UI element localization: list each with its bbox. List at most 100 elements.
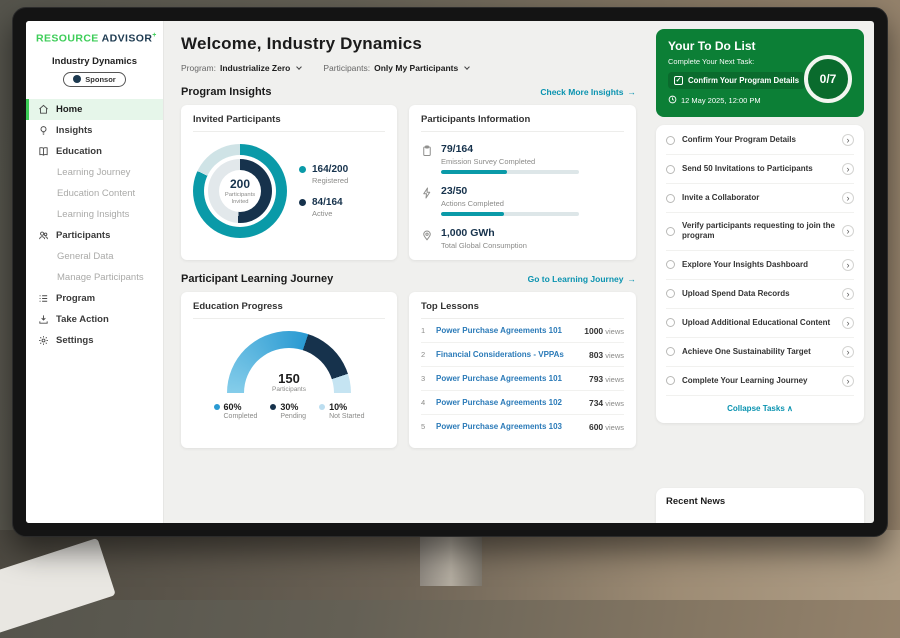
clock-icon bbox=[668, 95, 677, 106]
lesson-title-link[interactable]: Power Purchase Agreements 102 bbox=[436, 398, 582, 407]
sidebar-item-home[interactable]: Home bbox=[26, 99, 163, 120]
legend-dot bbox=[299, 166, 306, 173]
task-item[interactable]: Explore Your Insights Dashboard › bbox=[666, 251, 854, 280]
sidebar-item-take-action[interactable]: Take Action bbox=[26, 309, 163, 330]
participants-filter-label: Participants: bbox=[323, 63, 370, 73]
bulb-icon bbox=[38, 125, 49, 136]
due-date-label: 12 May 2025, 12:00 PM bbox=[681, 96, 761, 105]
task-checkbox-icon[interactable] bbox=[666, 318, 675, 327]
card-title: Top Lessons bbox=[421, 301, 624, 319]
task-checkbox-icon[interactable] bbox=[666, 194, 675, 203]
legend-dot bbox=[270, 404, 276, 410]
page-title: Welcome, Industry Dynamics bbox=[181, 34, 636, 54]
task-item[interactable]: Invite a Collaborator › bbox=[666, 184, 854, 213]
sidebar-item-learning-journey[interactable]: Learning Journey bbox=[26, 162, 163, 183]
task-checkbox-icon[interactable] bbox=[666, 136, 675, 145]
sidebar-item-education-content[interactable]: Education Content bbox=[26, 183, 163, 204]
task-checkbox-icon[interactable] bbox=[666, 227, 675, 236]
participants-filter-dropdown[interactable]: Participants: Only My Participants bbox=[323, 63, 469, 73]
sidebar: RESOURCE ADVISOR+ Industry Dynamics Spon… bbox=[26, 21, 164, 523]
lesson-row[interactable]: 2 Financial Considerations - VPPAs 803 v… bbox=[421, 343, 624, 367]
check-more-insights-link[interactable]: Check More Insights → bbox=[540, 87, 636, 97]
lesson-title-link[interactable]: Power Purchase Agreements 101 bbox=[436, 374, 582, 383]
gauge-center-label: 150 Participants bbox=[227, 371, 351, 393]
lesson-views: 1000 views bbox=[584, 326, 624, 336]
task-checkbox-icon[interactable] bbox=[666, 289, 675, 298]
sidebar-item-insights[interactable]: Insights bbox=[26, 120, 163, 141]
sidebar-item-learning-insights[interactable]: Learning Insights bbox=[26, 204, 163, 225]
todo-panel: Your To Do List Complete Your Next Task:… bbox=[650, 21, 874, 523]
chevron-up-icon: ∧ bbox=[787, 404, 793, 413]
sidebar-item-label: Education Content bbox=[57, 188, 135, 199]
chevron-right-icon[interactable]: › bbox=[842, 134, 854, 146]
lesson-title-link[interactable]: Power Purchase Agreements 101 bbox=[436, 326, 577, 335]
location-pin-icon bbox=[421, 228, 433, 240]
lesson-title-link[interactable]: Power Purchase Agreements 103 bbox=[436, 422, 582, 431]
screen: RESOURCE ADVISOR+ Industry Dynamics Spon… bbox=[26, 21, 874, 523]
program-filter-dropdown[interactable]: Program: Industrialize Zero bbox=[181, 63, 301, 73]
link-label: Go to Learning Journey bbox=[528, 274, 624, 284]
card-title: Participants Information bbox=[421, 114, 624, 132]
sidebar-item-education[interactable]: Education bbox=[26, 141, 163, 162]
invited-participants-card: Invited Participants 200 Participants In… bbox=[181, 105, 397, 260]
lesson-row[interactable]: 1 Power Purchase Agreements 101 1000 vie… bbox=[421, 319, 624, 343]
sidebar-item-program[interactable]: Program bbox=[26, 288, 163, 309]
lesson-row[interactable]: 3 Power Purchase Agreements 101 793 view… bbox=[421, 367, 624, 391]
legend-value: 60% bbox=[224, 402, 258, 412]
task-label: Invite a Collaborator bbox=[682, 193, 835, 203]
task-checkbox-icon[interactable] bbox=[666, 376, 675, 385]
lesson-row[interactable]: 4 Power Purchase Agreements 102 734 view… bbox=[421, 391, 624, 415]
link-label: Check More Insights bbox=[540, 87, 623, 97]
chevron-down-icon bbox=[464, 64, 470, 70]
task-checkbox-icon[interactable] bbox=[666, 260, 675, 269]
todo-progress-ring: 0/7 bbox=[804, 55, 852, 103]
lesson-views: 600 views bbox=[589, 422, 624, 432]
chevron-right-icon[interactable]: › bbox=[842, 317, 854, 329]
task-item[interactable]: Confirm Your Program Details › bbox=[666, 126, 854, 155]
sidebar-item-settings[interactable]: Settings bbox=[26, 330, 163, 351]
chevron-right-icon[interactable]: › bbox=[842, 346, 854, 358]
monitor-stand bbox=[420, 534, 482, 586]
chevron-right-icon[interactable]: › bbox=[842, 288, 854, 300]
go-to-learning-journey-link[interactable]: Go to Learning Journey → bbox=[528, 274, 636, 284]
stat-emission-survey: 79/164 Emission Survey Completed bbox=[421, 143, 624, 174]
top-lessons-card: Top Lessons 1 Power Purchase Agreements … bbox=[409, 292, 636, 448]
sidebar-item-label: Settings bbox=[56, 335, 93, 346]
learning-journey-heading: Participant Learning Journey bbox=[181, 273, 333, 285]
task-item[interactable]: Complete Your Learning Journey › bbox=[666, 367, 854, 396]
sponsor-badge: Sponsor bbox=[63, 72, 125, 87]
arrow-right-icon: → bbox=[628, 87, 637, 97]
sidebar-item-participants[interactable]: Participants bbox=[26, 225, 163, 246]
lesson-row[interactable]: 5 Power Purchase Agreements 103 600 view… bbox=[421, 415, 624, 438]
chevron-down-icon bbox=[297, 64, 303, 70]
task-checkbox-icon[interactable] bbox=[666, 347, 675, 356]
next-task-pill[interactable]: ✓ Confirm Your Program Details bbox=[668, 72, 805, 89]
sidebar-item-manage-participants[interactable]: Manage Participants bbox=[26, 267, 163, 288]
chevron-right-icon[interactable]: › bbox=[842, 225, 854, 237]
todo-header-card: Your To Do List Complete Your Next Task:… bbox=[656, 29, 864, 117]
legend-item-not-started: 10% Not Started bbox=[319, 402, 364, 420]
sidebar-item-label: General Data bbox=[57, 251, 114, 262]
task-item[interactable]: Achieve One Sustainability Target › bbox=[666, 338, 854, 367]
task-label: Upload Spend Data Records bbox=[682, 289, 835, 299]
lesson-title-link[interactable]: Financial Considerations - VPPAs bbox=[436, 350, 582, 359]
chevron-right-icon[interactable]: › bbox=[842, 375, 854, 387]
sidebar-item-label: Learning Insights bbox=[57, 209, 129, 220]
task-checkbox-icon[interactable] bbox=[666, 165, 675, 174]
task-item[interactable]: Upload Additional Educational Content › bbox=[666, 309, 854, 338]
sidebar-item-label: Home bbox=[56, 104, 82, 115]
stat-value: 1,000 GWh bbox=[441, 227, 527, 239]
task-item[interactable]: Send 50 Invitations to Participants › bbox=[666, 155, 854, 184]
sidebar-item-general-data[interactable]: General Data bbox=[26, 246, 163, 267]
task-item[interactable]: Upload Spend Data Records › bbox=[666, 280, 854, 309]
task-label: Upload Additional Educational Content bbox=[682, 318, 835, 328]
clipboard-icon bbox=[421, 144, 433, 156]
chevron-right-icon[interactable]: › bbox=[842, 192, 854, 204]
collapse-tasks-button[interactable]: Collapse Tasks ∧ bbox=[666, 396, 854, 422]
gear-icon bbox=[38, 335, 49, 346]
lesson-views: 793 views bbox=[589, 374, 624, 384]
chevron-right-icon[interactable]: › bbox=[842, 259, 854, 271]
chevron-right-icon[interactable]: › bbox=[842, 163, 854, 175]
donut-legend: 164/200 Registered 84/164 Active bbox=[299, 164, 348, 218]
task-item[interactable]: Verify participants requesting to join t… bbox=[666, 213, 854, 251]
